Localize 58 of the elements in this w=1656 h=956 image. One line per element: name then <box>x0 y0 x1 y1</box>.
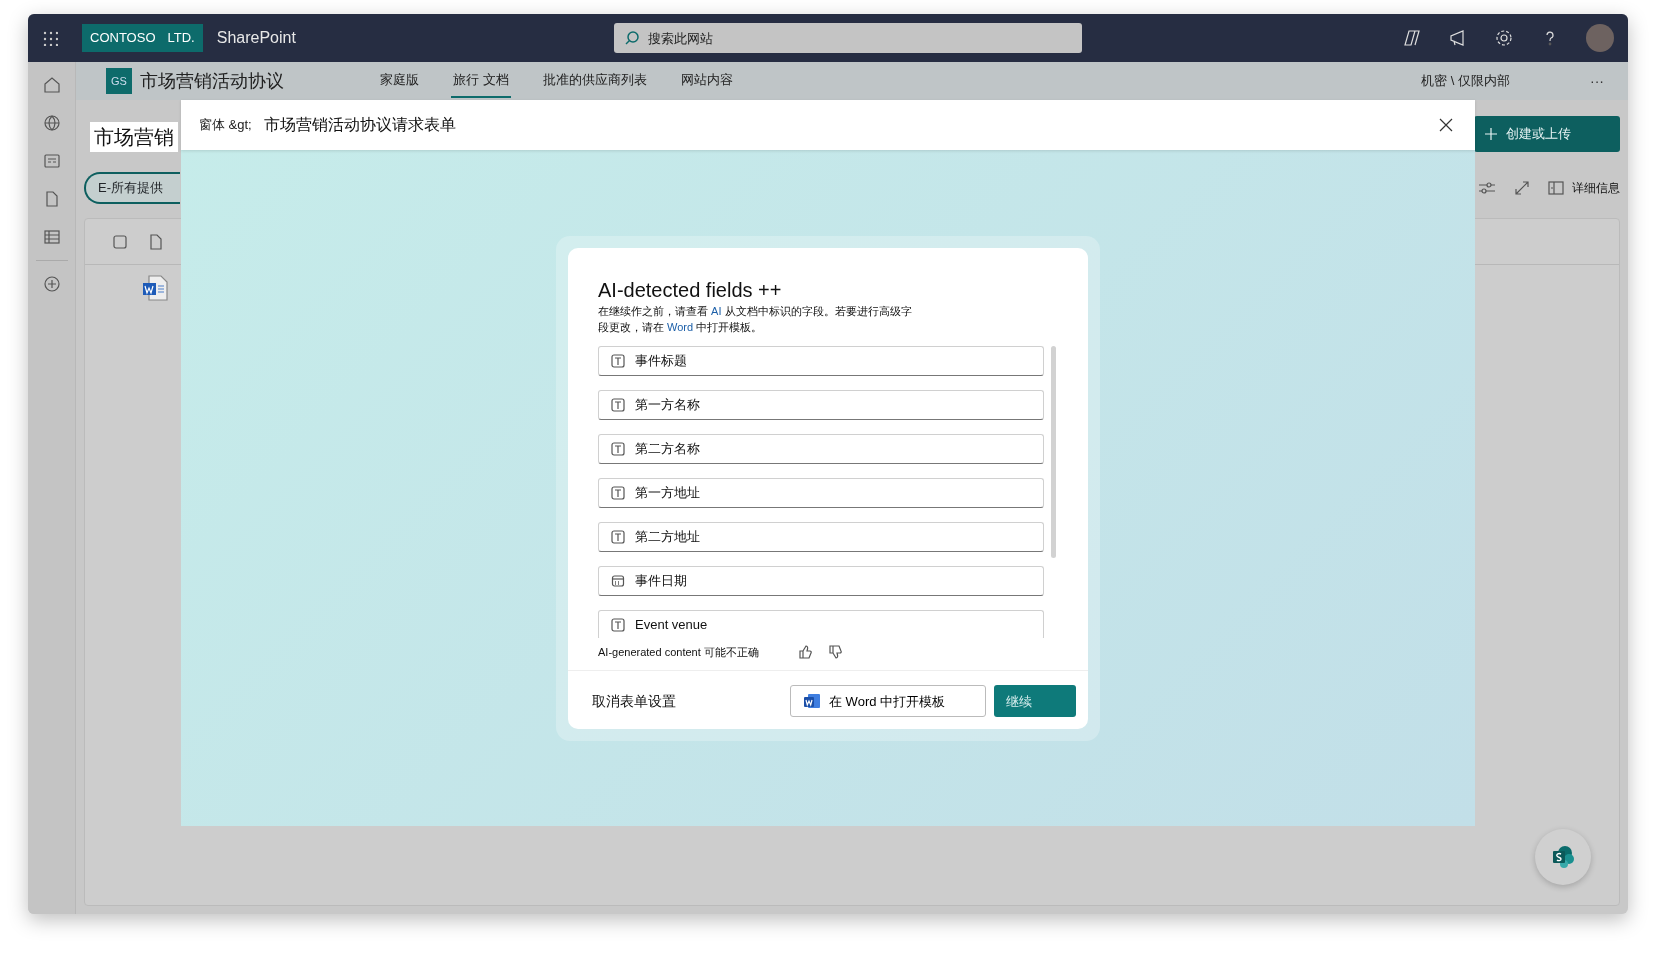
app-name[interactable]: SharePoint <box>216 26 296 50</box>
field-row[interactable]: 第一方名称 <box>598 389 1044 420</box>
dialog-title: 市场营销活动协议请求表单 <box>263 115 456 135</box>
field-row[interactable]: 第一方地址 <box>598 477 1044 508</box>
nav-link[interactable]: 旅行 文档 <box>451 64 511 98</box>
calendar-icon <box>611 573 625 588</box>
word-document-icon <box>141 274 169 302</box>
nav-link[interactable]: 网站内容 <box>678 64 735 98</box>
details-button[interactable]: 详细信息 <box>1548 179 1620 197</box>
plus-icon <box>1484 127 1498 141</box>
more-button[interactable]: ··· <box>1590 70 1604 92</box>
settings-icon[interactable] <box>1494 28 1514 48</box>
card-description: 在继续作之前，请查看 AI 从文档中标识的字段。若要进行高级字段更改，请在 Word 中打开模板。 <box>598 304 913 335</box>
sensitivity-label[interactable]: 机密 \ 仅限内部 <box>1421 71 1510 91</box>
thumbs-up-icon[interactable] <box>798 645 812 660</box>
field-row[interactable]: 第二方名称 <box>598 433 1044 464</box>
list-icon[interactable] <box>42 228 61 246</box>
nav-link[interactable]: 家庭版 <box>378 64 421 98</box>
text-field-icon <box>611 397 625 412</box>
scrollbar[interactable] <box>1051 345 1056 558</box>
word-icon <box>803 692 821 711</box>
add-icon[interactable] <box>42 275 61 293</box>
breadcrumb[interactable]: 窗体 &gt; <box>199 115 252 135</box>
card-heading: AI-detected fields ++ <box>598 278 783 302</box>
filter-icon[interactable] <box>1478 180 1496 196</box>
field-row[interactable]: 第二方地址 <box>598 521 1044 552</box>
field-row[interactable]: 事件日期 <box>598 565 1044 596</box>
sharepoint-button[interactable] <box>1535 829 1591 885</box>
expand-icon[interactable] <box>1514 180 1530 196</box>
panel-icon <box>1548 181 1564 195</box>
view-pill[interactable]: E-所有提供 <box>84 172 180 204</box>
create-button[interactable]: 创建或上传 <box>1474 116 1620 152</box>
site-logo: GS <box>106 68 132 94</box>
field-row[interactable]: 事件标题 <box>598 345 1044 376</box>
continue-button[interactable]: 继续 <box>994 685 1076 718</box>
nav-link[interactable]: 批准的供应商列表 <box>540 64 649 98</box>
text-field-icon <box>611 617 625 632</box>
site-title[interactable]: 市场营销活动协议 <box>140 67 284 95</box>
sharepoint-logo-icon <box>1550 844 1576 870</box>
brand-logo: CONTOSO LTD. <box>82 24 203 52</box>
text-field-icon <box>611 441 625 456</box>
ai-disclaimer: AI-generated content 可能不正确 <box>598 644 760 660</box>
page-title: 市场营销 <box>90 122 178 152</box>
document-icon <box>149 233 163 250</box>
close-icon <box>1439 118 1453 132</box>
text-field-icon <box>611 485 625 500</box>
search-field[interactable]: 搜索此网站 <box>613 23 1082 53</box>
field-row[interactable]: Event venue <box>598 609 1044 638</box>
text-field-icon <box>611 529 625 544</box>
text-field-icon <box>611 353 625 368</box>
thumbs-down-icon[interactable] <box>828 645 842 660</box>
open-in-word-button[interactable]: 在 Word 中打开模板 <box>790 685 986 718</box>
avatar[interactable] <box>1586 24 1614 52</box>
home-icon[interactable] <box>42 76 61 94</box>
checkbox-icon[interactable] <box>113 234 127 249</box>
app-launcher-icon[interactable] <box>42 30 58 46</box>
globe-icon[interactable] <box>42 114 61 132</box>
cancel-button[interactable]: 取消表单设置 <box>592 690 676 712</box>
